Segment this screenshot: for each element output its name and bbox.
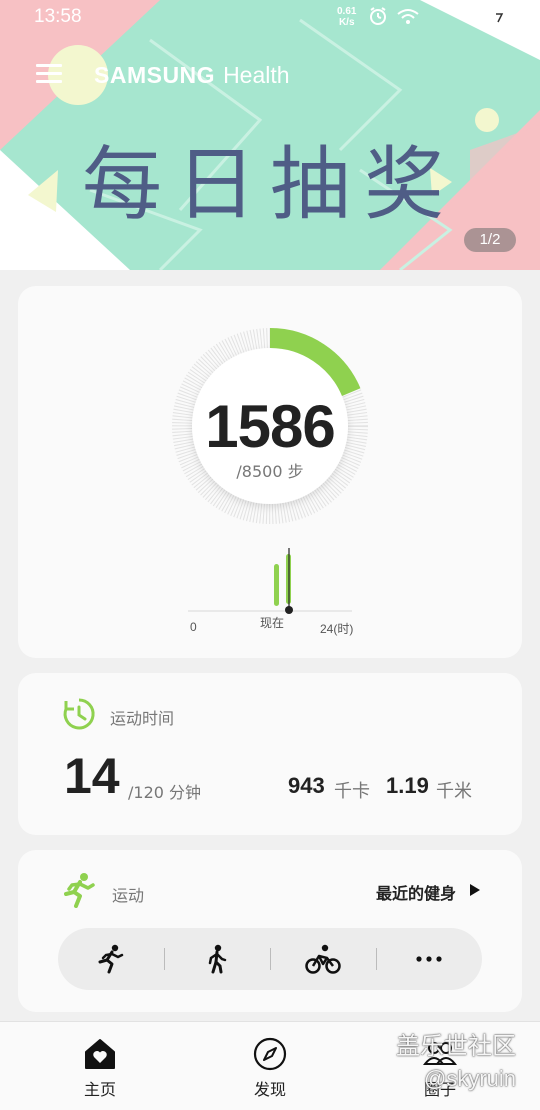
running-icon bbox=[98, 944, 124, 974]
workout-card[interactable]: 运动 最近的健身 bbox=[18, 850, 522, 1012]
walk-workout-button[interactable] bbox=[164, 928, 270, 990]
wifi-icon bbox=[397, 9, 419, 24]
status-bar: 13:58 0.61 K/s bbox=[0, 0, 540, 36]
cycling-icon bbox=[305, 944, 341, 974]
menu-icon[interactable] bbox=[36, 64, 62, 86]
promo-banner[interactable]: 13:58 0.61 K/s SAMSUNG Health 每日抽奖 1/2 bbox=[0, 0, 540, 270]
more-workouts-button[interactable] bbox=[376, 928, 482, 990]
exercise-goal: /120 分钟 bbox=[128, 783, 202, 802]
brand-suffix: Health bbox=[223, 62, 290, 88]
banner-title: 每日抽奖 bbox=[82, 138, 458, 231]
exercise-time-card[interactable]: 运动时间 14 /120 分钟 943 千卡 1.19 千米 bbox=[18, 673, 522, 835]
network-speed-value: 0.61 bbox=[337, 6, 357, 17]
network-speed: 0.61 K/s bbox=[337, 6, 356, 28]
cycle-workout-button[interactable] bbox=[270, 928, 376, 990]
distance-value: 1.19 bbox=[386, 773, 429, 798]
status-time: 13:58 bbox=[34, 6, 82, 27]
chart-bar bbox=[274, 564, 279, 606]
battery-icon bbox=[496, 13, 504, 23]
banner-page-indicator: 1/2 bbox=[464, 228, 516, 252]
steps-card[interactable]: 1586 /8500 步 0 现在 24(时) bbox=[18, 286, 522, 658]
nav-home[interactable]: 主页 bbox=[10, 1022, 190, 1110]
brand-name: SAMSUNG bbox=[94, 62, 216, 88]
steps-goal: /8500 步 bbox=[236, 462, 304, 481]
workout-title: 运动 bbox=[112, 886, 145, 905]
chart-tick-now: 现在 bbox=[260, 616, 285, 630]
chart-tick-end: 24(时) bbox=[320, 622, 354, 636]
timer-icon bbox=[63, 698, 95, 730]
calories-unit: 千卡 bbox=[334, 781, 370, 802]
nav-home-label: 主页 bbox=[83, 1080, 116, 1099]
exercise-minutes: 14 bbox=[64, 748, 120, 804]
home-heart-icon bbox=[85, 1039, 115, 1069]
watermark-handle: @skyruin bbox=[424, 1066, 517, 1091]
arrow-right-icon[interactable] bbox=[470, 884, 480, 896]
quick-workout-bar bbox=[58, 928, 482, 990]
distance-unit: 千米 bbox=[436, 781, 472, 802]
walking-icon bbox=[208, 944, 227, 974]
exercise-time-title: 运动时间 bbox=[110, 709, 175, 728]
now-marker-dot bbox=[285, 606, 293, 614]
calories-value: 943 bbox=[288, 773, 325, 798]
nav-discover-label: 发现 bbox=[253, 1080, 286, 1099]
recent-workouts-link[interactable]: 最近的健身 bbox=[376, 880, 456, 904]
chart-tick-start: 0 bbox=[190, 620, 197, 634]
alarm-icon bbox=[370, 7, 386, 25]
running-person-icon bbox=[64, 873, 95, 908]
run-workout-button[interactable] bbox=[58, 928, 164, 990]
more-icon bbox=[416, 956, 442, 962]
app-brand: SAMSUNG Health bbox=[94, 62, 290, 89]
watermark-text: 盖乐世社区 bbox=[396, 1032, 516, 1060]
nav-discover[interactable]: 发现 bbox=[180, 1022, 360, 1110]
steps-count: 1586 bbox=[205, 393, 335, 460]
network-speed-unit: K/s bbox=[338, 17, 355, 28]
compass-icon bbox=[253, 1037, 287, 1071]
